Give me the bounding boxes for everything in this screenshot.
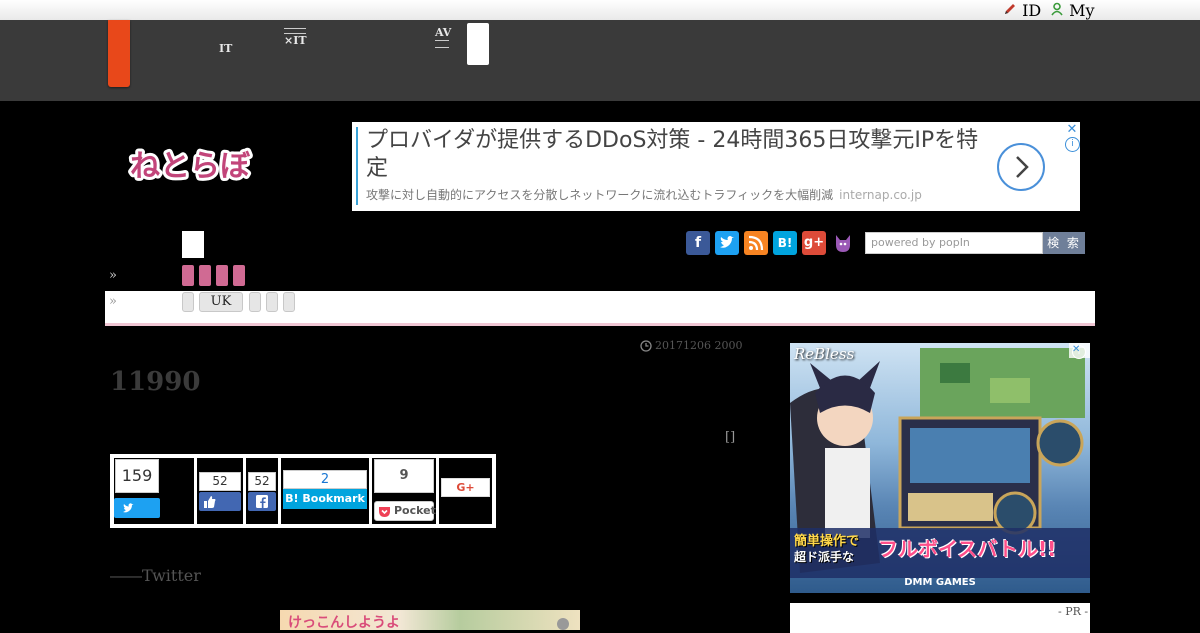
image-info-icon bbox=[557, 618, 569, 630]
pocket-button[interactable]: Pocket bbox=[374, 501, 436, 521]
subnav-box[interactable] bbox=[182, 231, 204, 258]
subnav-arrow-2: » bbox=[109, 294, 117, 309]
pencil-icon bbox=[1003, 1, 1017, 15]
pocket-count: 9 bbox=[374, 459, 434, 493]
ad-description: 攻撃に対し自動的にアクセスを分散しネットワークに流れ込むトラフィックを大幅削減 i… bbox=[366, 186, 922, 203]
share-like bbox=[197, 458, 243, 524]
search-button[interactable]: 検 索 bbox=[1043, 232, 1085, 254]
thumbs-up-icon bbox=[204, 496, 216, 508]
clock-icon bbox=[640, 339, 652, 352]
game-ad-catch-2: 超ド派手な bbox=[794, 550, 855, 564]
tag-button[interactable] bbox=[283, 292, 295, 312]
article-title: 11990 bbox=[110, 367, 201, 397]
hatena-count: 2 bbox=[283, 470, 367, 489]
hatena-bookmark-label: Bookmark bbox=[302, 492, 365, 505]
chevron-right-icon bbox=[1016, 156, 1029, 178]
hatena-b-icon: B! bbox=[285, 492, 299, 505]
nav-item-x-it[interactable]: ×IT bbox=[284, 28, 307, 46]
article-subheading: ――Twitter bbox=[110, 566, 201, 585]
tag-button[interactable] bbox=[249, 292, 261, 312]
site-header bbox=[0, 20, 1200, 101]
sidebar-game-ad[interactable]: ReBless i 簡単操作で 超ド派手な フルボイスバトル!! DMM GAM… bbox=[790, 343, 1090, 593]
embedded-image-caption: けっこんしようよ bbox=[288, 615, 400, 630]
rss-icon[interactable] bbox=[744, 231, 768, 255]
tag-button[interactable] bbox=[182, 292, 194, 312]
category-tag[interactable] bbox=[199, 265, 211, 286]
my-link[interactable]: My bbox=[1050, 1, 1095, 20]
ad-title[interactable]: プロバイダが提供するDDoS対策 - 24時間365日攻撃元IPを特定 bbox=[366, 127, 986, 183]
pr-widget bbox=[790, 603, 1090, 633]
subnav-arrow-1: » bbox=[109, 268, 117, 283]
game-ad-brand: ReBless bbox=[794, 345, 855, 363]
close-icon[interactable]: ✕ bbox=[1072, 344, 1080, 355]
game-ad-catch-3: フルボイスバトル!! bbox=[878, 537, 1057, 561]
brand-tab[interactable] bbox=[108, 20, 130, 87]
facebook-icon bbox=[256, 495, 268, 508]
share-facebook bbox=[246, 458, 278, 524]
twitter-bird-icon bbox=[123, 503, 134, 513]
nav-item-x-it-line2: ×IT bbox=[284, 34, 307, 47]
game-ad-catch-1: 簡単操作で bbox=[794, 534, 860, 549]
twitter-icon[interactable] bbox=[715, 231, 739, 255]
google-plus-button[interactable]: G+ bbox=[441, 478, 490, 497]
article-bracket: [] bbox=[725, 430, 736, 445]
nav-item-av[interactable]: AV bbox=[435, 27, 451, 48]
nav-item-it[interactable]: IT bbox=[219, 27, 232, 54]
site-logo[interactable]: ねとらぼ ねとらぼ bbox=[127, 140, 258, 188]
nav-item-it-line1 bbox=[219, 27, 232, 38]
id-link[interactable]: ID bbox=[1003, 1, 1041, 20]
tweet-button[interactable] bbox=[114, 498, 160, 518]
tag-button[interactable] bbox=[266, 292, 278, 312]
ad-domain: internap.co.jp bbox=[839, 188, 922, 202]
nav-search-box[interactable] bbox=[467, 23, 489, 65]
like-button[interactable] bbox=[199, 492, 241, 511]
hatena-icon[interactable]: B! bbox=[773, 231, 797, 255]
user-icon bbox=[1050, 1, 1064, 16]
facebook-share-button[interactable] bbox=[248, 492, 276, 511]
ad-accent-bar bbox=[356, 127, 358, 205]
nav-item-av-mark bbox=[435, 40, 449, 48]
category-tag[interactable] bbox=[216, 265, 228, 286]
embedded-image[interactable]: けっこんしようよ bbox=[280, 610, 580, 630]
nav-item-it-line2: IT bbox=[219, 42, 233, 55]
ad-close-icon[interactable]: ✕ bbox=[1064, 122, 1080, 138]
tweet-count: 159 bbox=[115, 459, 159, 493]
cat-icon[interactable] bbox=[831, 231, 855, 255]
category-tag[interactable] bbox=[182, 265, 194, 286]
game-ad-publisher: DMM GAMES bbox=[904, 577, 976, 588]
ad-info-icon[interactable]: i bbox=[1065, 137, 1080, 152]
article-date-text: 20171206 2000 bbox=[655, 339, 743, 352]
hatena-bookmark-button[interactable]: B! Bookmark bbox=[283, 489, 367, 509]
ad-arrow-button[interactable] bbox=[997, 143, 1045, 191]
facebook-count: 52 bbox=[248, 472, 276, 491]
pocket-label: Pocket bbox=[394, 504, 436, 517]
facebook-icon[interactable]: f bbox=[686, 231, 710, 255]
svg-text:ねとらぼ: ねとらぼ bbox=[130, 149, 251, 184]
article-date: 20171206 2000 bbox=[640, 339, 742, 352]
tag-button-uk[interactable]: UK bbox=[199, 292, 243, 312]
pr-label: - PR - bbox=[1058, 605, 1089, 618]
like-count: 52 bbox=[199, 472, 241, 491]
ad-description-text: 攻撃に対し自動的にアクセスを分散しネットワークに流れ込むトラフィックを大幅削減 bbox=[366, 188, 834, 202]
game-ad-controls[interactable]: ✕ bbox=[1069, 343, 1090, 358]
google-plus-icon[interactable]: g+ bbox=[802, 231, 826, 255]
pocket-icon bbox=[378, 505, 391, 518]
category-tag[interactable] bbox=[233, 265, 245, 286]
my-link-label: My bbox=[1069, 1, 1095, 20]
nav-item-av-line1: AV bbox=[435, 26, 452, 39]
id-link-label: ID bbox=[1022, 1, 1042, 20]
search-input[interactable]: powered by popIn bbox=[865, 232, 1043, 254]
